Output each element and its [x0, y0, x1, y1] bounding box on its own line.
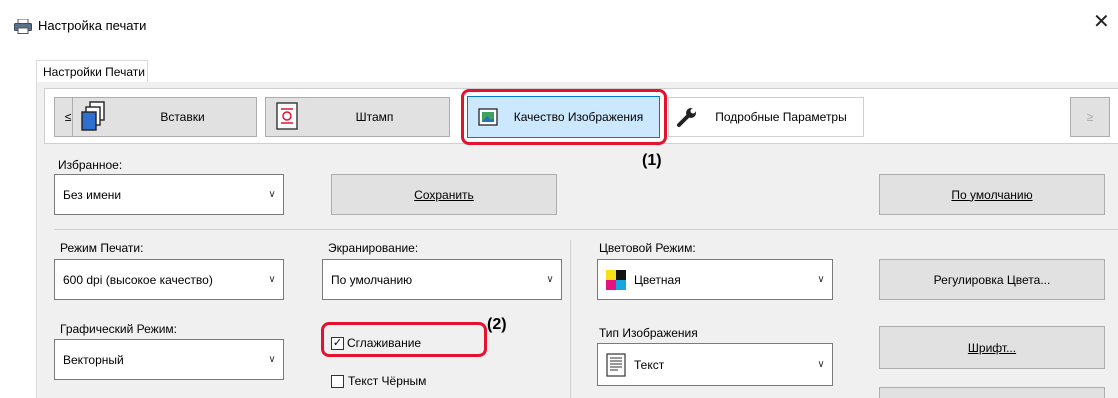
inserts-icon	[81, 101, 105, 131]
font-button[interactable]: Шрифт...	[879, 326, 1105, 369]
print-mode-label: Режим Печати:	[60, 241, 144, 255]
vertical-divider	[570, 240, 571, 398]
callout-2: (2)	[487, 316, 507, 333]
partial-button[interactable]	[879, 387, 1105, 398]
graphics-mode-select[interactable]: Векторный ∨	[54, 339, 284, 380]
print-mode-value: 600 dpi (высокое качество)	[63, 272, 213, 287]
font-button-label: Шрифт...	[967, 340, 1017, 355]
wrench-icon	[677, 108, 696, 127]
screening-value: По умолчанию	[331, 272, 413, 287]
toolbar-item-label: Вставки	[160, 110, 205, 124]
color-mode-value: Цветная	[634, 272, 681, 287]
toolbar-item-advanced[interactable]: Подробные Параметры	[668, 97, 864, 137]
image-type-select[interactable]: Текст ∨	[597, 343, 833, 386]
chevron-down-icon: ∨	[546, 274, 554, 285]
image-type-value: Текст	[634, 357, 665, 372]
next-arrow-label: ≥	[1086, 110, 1094, 124]
text-black-checkbox[interactable]: Текст Чёрным	[331, 374, 426, 388]
chevron-down-icon: ∨	[268, 274, 276, 285]
print-mode-select[interactable]: 600 dpi (высокое качество) ∨	[54, 259, 284, 300]
prev-arrow-label: ≤	[64, 110, 72, 124]
tab-print-settings[interactable]: Настройки Печати	[36, 60, 148, 83]
screening-label: Экранирование:	[328, 241, 419, 255]
toolbar-item-label: Подробные Параметры	[715, 110, 847, 124]
chevron-down-icon: ∨	[268, 354, 276, 365]
screening-select[interactable]: По умолчанию ∨	[322, 259, 562, 300]
chevron-down-icon: ∨	[817, 359, 825, 370]
title-bar	[0, 0, 1118, 44]
toolbar-next-button[interactable]: ≥	[1070, 97, 1110, 137]
color-swatch-icon	[606, 269, 626, 290]
chevron-down-icon: ∨	[817, 274, 825, 285]
highlight-box-1	[461, 89, 667, 145]
toolbar-item-inserts[interactable]: Вставки	[72, 97, 257, 137]
graphics-mode-value: Векторный	[63, 352, 124, 367]
default-button-label: По умолчанию	[951, 187, 1033, 202]
checkbox-unchecked-icon	[331, 374, 344, 388]
printer-icon	[14, 19, 32, 34]
toolbar-item-label: Штамп	[355, 110, 394, 124]
favorites-label: Избранное:	[58, 158, 123, 172]
graphics-mode-label: Графический Режим:	[60, 322, 177, 336]
favorites-select[interactable]: Без имени ∨	[54, 174, 284, 215]
image-type-label: Тип Изображения	[599, 326, 698, 340]
color-adjust-label: Регулировка Цвета...	[933, 272, 1051, 287]
toolbar-item-stamp[interactable]: Штамп	[265, 97, 450, 137]
highlight-box-2	[321, 322, 487, 357]
divider	[54, 229, 1118, 230]
stamp-icon	[276, 102, 298, 130]
default-button[interactable]: По умолчанию	[879, 174, 1105, 215]
text-black-label: Текст Чёрным	[348, 374, 427, 388]
callout-1: (1)	[642, 152, 662, 169]
save-button-label: Сохранить	[414, 187, 474, 202]
chevron-down-icon: ∨	[268, 189, 276, 200]
favorites-value: Без имени	[63, 187, 122, 202]
color-mode-select[interactable]: Цветная ∨	[597, 259, 833, 300]
close-button[interactable]: ✕	[1093, 12, 1110, 32]
color-mode-label: Цветовой Режим:	[599, 241, 696, 255]
color-adjust-button[interactable]: Регулировка Цвета...	[879, 259, 1105, 300]
window-title: Настройка печати	[38, 18, 147, 33]
text-document-icon	[606, 352, 626, 377]
save-button[interactable]: Сохранить	[331, 174, 557, 215]
